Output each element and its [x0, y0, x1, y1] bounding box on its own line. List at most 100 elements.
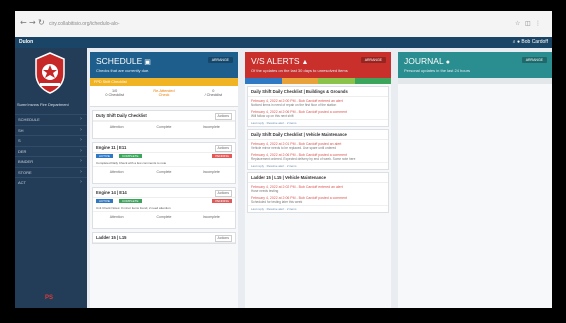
alert-entry-body: Replacement ordered. Expected delivery b…: [251, 157, 356, 161]
calendar-icon: ▣: [144, 59, 151, 66]
alert-card-title[interactable]: Ladder 15 | L15 | Vehicle Maintenance: [248, 173, 388, 183]
schedule-subtitle: Checks that are currently due.: [96, 68, 150, 73]
chevron-down-icon: ›: [80, 168, 82, 175]
status-badge: COMPLETE: [119, 199, 142, 203]
chevron-down-icon: ›: [80, 116, 82, 122]
stat-cell[interactable]: Incomplete: [188, 212, 235, 228]
schedule-header: SCHEDULE ▣ Checks that are currently due.…: [90, 52, 238, 78]
extensions-icon[interactable]: ◫: [525, 20, 531, 27]
address-bar[interactable]: ciry.collabitisio.org/ichedulo-alo-: [49, 19, 469, 29]
sidebar-item-label: SCHEDULE: [18, 117, 40, 122]
alert-card-footer[interactable]: Last reply · Resolve alert · 2 items: [248, 162, 388, 169]
org-name: Sumn'nsnns Fire Departmeni: [17, 102, 69, 107]
alert-card: Ladder 15 | L15 | Vehicle Maintenance Fe…: [247, 172, 389, 213]
chevron-down-icon: ›: [80, 179, 82, 185]
stat-cell[interactable]: Attention: [93, 167, 140, 183]
alert-card-footer[interactable]: Last reply · Resolve alert · 2 items: [248, 119, 388, 126]
journal-title: JOURNAL ●: [404, 56, 450, 66]
checklist-card: Ladder 15 | L15 Actions: [92, 232, 236, 244]
status-badge: ACTIVE: [96, 199, 113, 203]
alerts-title: V/S ALERTS ▲: [251, 56, 309, 66]
actions-button[interactable]: Actions: [214, 190, 232, 197]
user-menu[interactable]: ⌕ ● Bob Cardoff: [513, 39, 548, 45]
alert-entry-body: Noticed items in need of repair on the f…: [251, 103, 337, 107]
schedule-title: SCHEDULE ▣: [96, 56, 151, 66]
tag-row: ACTIVE COMPLETE PENDING: [93, 198, 235, 205]
chat-icon: ●: [445, 59, 450, 66]
user-icon: ●: [516, 39, 521, 45]
sidebar-item-6[interactable]: STORE ›: [15, 166, 87, 178]
alert-entry-body: Hose needs testing: [251, 189, 279, 193]
chevron-down-icon: ›: [80, 158, 82, 164]
alert-entry: February 4, 2022 at 2:06 PM - Bob Cardof…: [248, 108, 388, 119]
forward-icon[interactable]: →: [29, 19, 36, 27]
alert-card-title[interactable]: Daily Shift Daily Checklist | Vehicle Ma…: [248, 130, 388, 140]
department-logo: [35, 52, 65, 94]
stat-cell[interactable]: Complete: [140, 122, 187, 138]
search-icon[interactable]: ⌕: [513, 39, 516, 45]
alerts-arrange-button[interactable]: ARRANGE: [360, 57, 386, 63]
alert-card: Daily Shift Daily Checklist | Vehicle Ma…: [247, 129, 389, 170]
checklist-card: Engine 14 | E14 Actions ACTIVE COMPLETE …: [92, 187, 236, 229]
warning-icon: ▲: [301, 59, 309, 66]
alert-entry: February 4, 2022 at 2:06 PM - Bob Cardof…: [248, 151, 388, 162]
actions-button[interactable]: Actions: [214, 145, 232, 152]
stat-cell[interactable]: Complete: [140, 167, 187, 183]
stat-cell[interactable]: Incomplete: [188, 167, 235, 183]
sidebar-item-label: S: [18, 138, 21, 143]
sidebar-item-label: BINDER: [18, 159, 34, 164]
dashboard-main: SCHEDULE ▣ Checks that are currently due.…: [87, 48, 552, 308]
sidebar-item-label: SH: [18, 127, 24, 133]
stat-cell[interactable]: Complete: [140, 212, 187, 228]
sidebar-item-label: ACT: [18, 180, 26, 185]
card-stats: Attention Complete Incomplete: [93, 166, 235, 183]
stat-cell[interactable]: Attention: [93, 122, 140, 138]
alert-entry: February 4, 2022 at 2:06 PM - Bob Cardof…: [248, 194, 388, 205]
alert-card: Daily Shift Daily Checklist | Buildings …: [247, 86, 389, 127]
schedule-column: SCHEDULE ▣ Checks that are currently due.…: [90, 52, 238, 308]
journal-arrange-button[interactable]: ARRANGE: [521, 57, 547, 63]
actions-button[interactable]: Actions: [214, 113, 232, 120]
stat-cell[interactable]: Incomplete: [188, 122, 235, 138]
app-topbar: Dulon ⌕ ● Bob Cardoff: [15, 37, 552, 48]
alert-card-footer[interactable]: Last reply · Resolve alert · 2 items: [248, 205, 388, 212]
status-badge: PENDING: [212, 199, 232, 203]
sidebar-item-schedule[interactable]: SCHEDULE ›: [15, 114, 87, 125]
sidebar-item-3[interactable]: S ›: [15, 135, 87, 146]
browser-toolbar: ← → ↻ ciry.collabitisio.org/ichedulo-alo…: [15, 11, 552, 38]
journal-column: JOURNAL ● Personal updates in the last 24…: [398, 52, 552, 308]
duty-stat[interactable]: 1/0 0 Checklist: [90, 86, 139, 106]
alert-card-title[interactable]: Daily Shift Daily Checklist | Buildings …: [248, 87, 388, 97]
status-badge: ACTIVE: [96, 154, 113, 158]
sidebar-item-2[interactable]: SH ›: [15, 124, 87, 136]
sidebar-nav: SCHEDULE › SH › S › DER › BINDER › STORE › ACT…: [15, 114, 87, 188]
app-brand[interactable]: Dulon: [19, 39, 33, 45]
alert-entry: February 4, 2022 at 2:01 PM - Bob Cardof…: [248, 140, 388, 151]
star-icon[interactable]: ☆: [515, 20, 520, 27]
stat-cell[interactable]: Attention: [93, 212, 140, 228]
shift-bar[interactable]: FPD Shift Checklist: [90, 78, 238, 86]
sidebar-item-7[interactable]: ACT ›: [15, 177, 87, 188]
schedule-arrange-button[interactable]: ARRANGE: [207, 57, 233, 63]
alert-entry: February 4, 2022 at 2:00 PM - Bob Cardof…: [248, 97, 388, 108]
footer-logo: PS: [45, 295, 54, 301]
alerts-subtitle: Of the updates on the last 30 days to un…: [251, 68, 348, 73]
chevron-down-icon: ›: [80, 147, 82, 154]
back-icon[interactable]: ←: [20, 19, 27, 27]
reload-icon[interactable]: ↻: [38, 19, 45, 27]
monitor-screen: ← → ↻ ciry.collabitisio.org/ichedulo-alo…: [15, 11, 552, 308]
duty-stat[interactable]: 0/ Checklist: [189, 86, 238, 106]
actions-button[interactable]: Actions: [214, 235, 232, 242]
duty-stat[interactable]: Re-Attended Check: [139, 86, 188, 106]
menu-icon[interactable]: ⋮: [535, 20, 541, 27]
sidebar-item-5[interactable]: BINDER ›: [15, 156, 87, 167]
sidebar-item-label: STORE: [18, 169, 32, 175]
alerts-header: V/S ALERTS ▲ Of the updates on the last 3…: [245, 52, 391, 78]
status-badge: PENDING: [212, 154, 232, 158]
alert-entry-body: Will follow up on this next shift: [251, 114, 294, 118]
alert-entry: February 4, 2022 at 2:02 PM - Bob Cardof…: [248, 183, 388, 194]
sidebar-item-4[interactable]: DER ›: [15, 145, 87, 157]
duty-summary: 1/0 0 Checklist Re-Attended Check 0/ Check…: [90, 86, 238, 107]
chevron-down-icon: ›: [80, 137, 82, 143]
sidebar: Sumn'nsnns Fire Departmeni SCHEDULE › SH ›…: [15, 48, 87, 308]
